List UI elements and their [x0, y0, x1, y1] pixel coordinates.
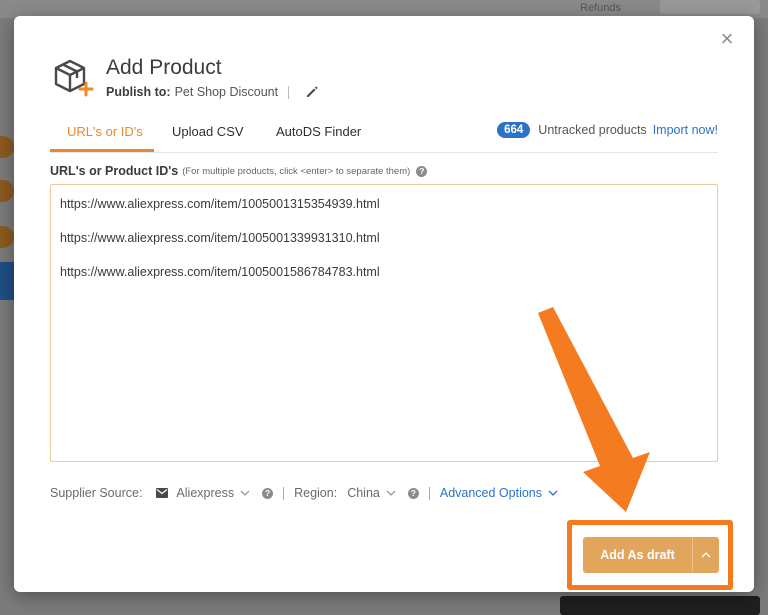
background-button — [560, 596, 760, 615]
advanced-options-link[interactable]: Advanced Options — [440, 486, 558, 500]
pencil-icon[interactable] — [305, 85, 319, 99]
untracked-products: 664 Untracked products Import now! — [497, 122, 718, 138]
url-line: https://www.aliexpress.com/item/10050013… — [60, 197, 380, 211]
question-circle-icon[interactable]: ? — [407, 487, 419, 499]
background-selected-row — [0, 262, 14, 300]
untracked-label: Untracked products — [538, 123, 647, 137]
url-field-title: URL's or Product ID's — [50, 164, 179, 178]
add-product-modal: × Add Product Publish to: Pet Shop Disco… — [14, 16, 754, 592]
background-row-marker — [0, 136, 14, 158]
background-row-marker — [0, 226, 14, 248]
chevron-down-icon — [386, 490, 396, 496]
divider — [428, 486, 430, 500]
import-now-link[interactable]: Import now! — [653, 123, 718, 137]
box-plus-icon — [54, 59, 94, 97]
supplier-source-value: Aliexpress — [176, 486, 235, 500]
supplier-row: Supplier Source: Aliexpress ? Region: Ch… — [50, 486, 558, 500]
add-options-dropdown-toggle[interactable] — [692, 537, 719, 573]
tab-bar: URL's or ID's Upload CSV AutoDS Finder 6… — [50, 116, 718, 153]
region-label: Region: — [294, 486, 338, 500]
url-field-hint: (For multiple products, click <enter> to… — [182, 165, 411, 177]
url-line: https://www.aliexpress.com/item/10050015… — [60, 265, 380, 279]
tab-upload-csv[interactable]: Upload CSV — [172, 124, 244, 139]
add-as-draft-split-button: Add As draft — [583, 537, 719, 573]
active-tab-underline — [50, 149, 154, 152]
publish-label: Publish to: — [106, 85, 171, 99]
background-topbar-text: Refunds — [580, 2, 621, 14]
tab-urls-or-ids[interactable]: URL's or ID's — [67, 124, 143, 139]
url-line: https://www.aliexpress.com/item/10050013… — [60, 231, 380, 245]
url-input[interactable]: https://www.aliexpress.com/item/10050013… — [50, 184, 718, 462]
close-button[interactable]: × — [716, 28, 738, 50]
add-as-draft-button[interactable]: Add As draft — [583, 537, 692, 573]
chevron-down-icon — [548, 490, 558, 496]
supplier-source-label: Supplier Source: — [50, 486, 143, 500]
close-icon: × — [720, 26, 734, 51]
envelope-icon — [156, 488, 169, 498]
tab-autods-finder[interactable]: AutoDS Finder — [276, 124, 361, 139]
region-dropdown[interactable]: China — [347, 486, 396, 500]
divider — [283, 486, 285, 500]
publish-to-row: Publish to: Pet Shop Discount — [106, 85, 319, 99]
untracked-count-badge: 664 — [497, 122, 531, 138]
url-field-label: URL's or Product ID's (For multiple prod… — [50, 164, 428, 178]
supplier-source-dropdown[interactable]: Aliexpress — [176, 486, 250, 500]
question-circle-icon[interactable]: ? — [262, 487, 274, 499]
region-value: China — [347, 486, 380, 500]
chevron-down-icon — [240, 490, 250, 496]
question-circle-icon[interactable]: ? — [416, 165, 428, 177]
publish-store-name: Pet Shop Discount — [174, 85, 279, 99]
divider — [288, 85, 290, 99]
background-row-marker — [0, 180, 14, 202]
background-search-field — [660, 0, 760, 14]
advanced-options-label: Advanced Options — [439, 486, 543, 500]
modal-title: Add Product — [106, 56, 222, 79]
chevron-up-icon — [701, 552, 711, 558]
